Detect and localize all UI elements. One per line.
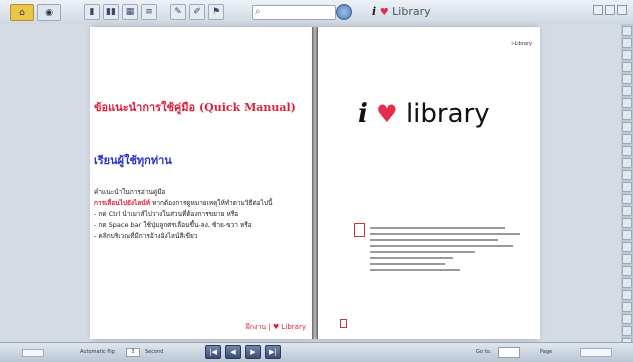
goto-input[interactable] — [498, 347, 520, 358]
thumbnail-tab[interactable] — [622, 242, 632, 252]
home-icon: ⌂ — [19, 7, 25, 18]
brand-i: i — [372, 5, 377, 18]
thumbnail-tab[interactable] — [622, 86, 632, 96]
copyright-note — [340, 319, 351, 329]
tools-button-group: ✎ ✐ ⚑ — [170, 4, 224, 20]
text-line — [370, 263, 445, 265]
heart-icon: ♥ — [376, 100, 398, 128]
thumbnail-tab[interactable] — [622, 326, 632, 336]
brand-text: Library — [392, 5, 431, 18]
thumbnail-tab[interactable] — [622, 74, 632, 84]
thumbnail-tab[interactable] — [622, 98, 632, 108]
page-header: i-Library — [511, 41, 532, 47]
home-button[interactable]: ⌂ — [10, 4, 34, 21]
view-button[interactable]: ◉ — [37, 4, 61, 21]
thumbnail-tab[interactable] — [622, 314, 632, 324]
library-logo: i ♥ library — [358, 99, 490, 129]
thumbnail-tab[interactable] — [622, 38, 632, 48]
toolbar: ⌂ ◉ ▮ ▮▮ ▦ ≡ ✎ ✐ ⚑ ⌕ i ♥ Library — [0, 0, 633, 25]
page-label: Page — [540, 349, 553, 355]
body-line: - กด Ctrl นำเมาส์ไปวางในส่วนที่ต้องการขย… — [94, 210, 239, 218]
goto-label: Go to: — [476, 349, 492, 355]
body-line: - กด Space bar ใช้ปุ่มลูกศรเลื่อนขึ้น-ลง… — [94, 221, 252, 229]
auto-flip-label: Automatic flip — [80, 349, 115, 355]
body-line: การเลื่อนไปยังไลน์ท์ หากต้องการดูหมายเหต… — [94, 198, 312, 209]
eye-icon: ◉ — [45, 7, 53, 18]
thumbnail-strip — [621, 24, 633, 360]
highlight-icon[interactable]: ✐ — [189, 4, 205, 20]
thumbnail-tab[interactable] — [622, 278, 632, 288]
thumbnail-tab[interactable] — [622, 182, 632, 192]
text-line — [370, 227, 505, 229]
text-line — [370, 233, 520, 235]
first-page-button[interactable]: |◀ — [205, 345, 221, 359]
thumbnail-tab[interactable] — [622, 206, 632, 216]
logo-i: i — [358, 99, 368, 129]
double-page-icon[interactable]: ▮▮ — [103, 4, 119, 20]
text-line — [370, 245, 513, 247]
thumbnail-tab[interactable] — [622, 218, 632, 228]
thumbnail-tab[interactable] — [622, 302, 632, 312]
publisher-info — [354, 223, 520, 275]
maximize-icon[interactable] — [605, 5, 615, 15]
pen-icon[interactable]: ✎ — [170, 4, 186, 20]
page-footer: ฝึกงาน | ♥ Library — [245, 323, 306, 331]
layout-button-group: ▮ ▮▮ ▦ ≡ — [84, 4, 157, 20]
single-page-icon[interactable]: ▮ — [84, 4, 100, 20]
thumbnail-tab[interactable] — [622, 146, 632, 156]
thumbnail-tab[interactable] — [622, 170, 632, 180]
search-icon: ⌕ — [255, 6, 261, 17]
heart-icon: ♥ — [379, 7, 389, 18]
last-page-button[interactable]: ▶| — [265, 345, 281, 359]
logo-text: library — [405, 99, 490, 129]
body-line: - คลิกบริเวณที่มีการอ้างอิงไลน์สีเขียว — [94, 232, 198, 240]
thumbnail-icon[interactable]: ▦ — [122, 4, 138, 20]
prev-page-button[interactable]: ◀ — [225, 345, 241, 359]
body-line-rest: หากต้องการดูหมายเหตุให้ทำตามวิธีต่อไปนี้ — [150, 199, 273, 207]
brand-logo: i ♥ Library — [372, 5, 431, 18]
thumbnail-tab[interactable] — [622, 122, 632, 132]
right-page[interactable]: i-Library i ♥ library — [318, 27, 540, 339]
text-line — [370, 239, 498, 241]
minimize-icon[interactable] — [593, 5, 603, 15]
thumbnail-tab[interactable] — [622, 254, 632, 264]
page-title: ข้อแนะนำการใช้คู่มือ (Quick Manual) — [94, 101, 296, 114]
status-bar: Automatic flip 3 Second |◀ ◀ ▶ ▶| Go to:… — [0, 342, 633, 362]
thumbnail-tab[interactable] — [622, 62, 632, 72]
page-subtitle: เรียนผู้ใช้ทุกท่าน — [94, 154, 172, 167]
next-page-button[interactable]: ▶ — [245, 345, 261, 359]
page-navigation: |◀ ◀ ▶ ▶| — [205, 345, 281, 359]
thumbnail-tab[interactable] — [622, 158, 632, 168]
second-label: Second — [145, 349, 164, 355]
window-controls — [593, 5, 627, 15]
thumbnail-tab[interactable] — [622, 194, 632, 204]
book-stage: ข้อแนะนำการใช้คู่มือ (Quick Manual) เรีย… — [0, 24, 633, 342]
thumbnail-tab[interactable] — [622, 50, 632, 60]
thumbnail-tab[interactable] — [622, 26, 632, 36]
search-go-button[interactable] — [336, 4, 352, 20]
thumbnail-tab[interactable] — [622, 134, 632, 144]
thumbnail-tab[interactable] — [622, 266, 632, 276]
copyright-mark-icon — [340, 319, 347, 328]
list-icon[interactable]: ≡ — [141, 4, 157, 20]
page-count-field — [580, 348, 612, 357]
search-box: ⌕ — [252, 5, 336, 25]
thumbnail-tab[interactable] — [622, 110, 632, 120]
thumbnail-tab[interactable] — [622, 290, 632, 300]
thumbnail-tab[interactable] — [622, 230, 632, 240]
publisher-mark-icon — [354, 223, 365, 237]
bookmark-icon[interactable]: ⚑ — [208, 4, 224, 20]
body-line: คำแนะนำในการอ่านคู่มือ — [94, 188, 166, 196]
zoom-field[interactable] — [22, 349, 44, 357]
body-line-highlight: การเลื่อนไปยังไลน์ท์ — [94, 199, 150, 207]
left-page[interactable]: ข้อแนะนำการใช้คู่มือ (Quick Manual) เรีย… — [90, 27, 312, 339]
text-line — [370, 251, 475, 253]
close-icon[interactable] — [617, 5, 627, 15]
text-line — [370, 269, 460, 271]
page-body: คำแนะนำในการอ่านคู่มือ การเลื่อนไปยังไลน… — [94, 187, 312, 242]
text-line — [370, 257, 453, 259]
auto-flip-input[interactable]: 3 — [126, 348, 140, 357]
